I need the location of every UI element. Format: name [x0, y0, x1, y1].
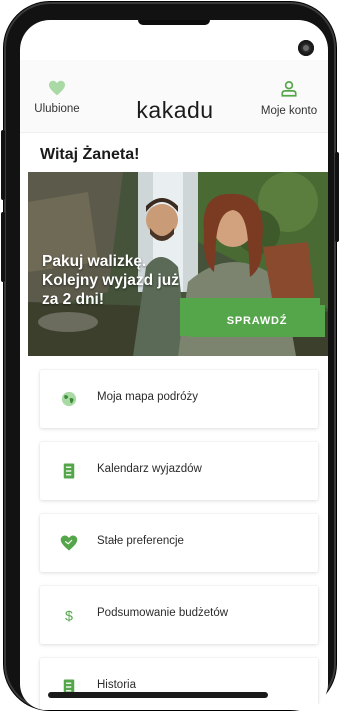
greeting-heading: Witaj Żaneta!: [40, 146, 140, 163]
account-label: Moje konto: [260, 105, 318, 117]
menu-item-label: Historia: [97, 679, 136, 691]
globe-icon: [61, 391, 77, 407]
menu-item-preferences[interactable]: Stałe preferencje: [40, 514, 318, 572]
promo-line: Kolejny wyjazd już: [42, 272, 179, 289]
menu-item-trip-calendar[interactable]: Kalendarz wyjazdów: [40, 442, 318, 500]
app-screen: Ulubione kakadu Moje konto Witaj Żaneta!: [20, 20, 328, 710]
camera: [298, 40, 314, 56]
favorites-label: Ulubione: [34, 103, 80, 115]
promo-line: za 2 dni!: [42, 291, 105, 308]
account-button[interactable]: Moje konto: [250, 80, 328, 117]
dollar-icon: $: [65, 608, 73, 624]
user-icon: [281, 81, 297, 97]
notch: [138, 20, 210, 25]
menu-item-label: Stałe preferencje: [97, 535, 184, 547]
book-icon: [63, 463, 75, 479]
promo-message: Pakuj walizkę. Kolejny wyjazd już za 2 d…: [42, 252, 179, 309]
menu-item-history[interactable]: Historia: [40, 658, 318, 710]
menu-item-budget-summary[interactable]: $ Podsumowanie budżetów: [40, 586, 318, 644]
menu-item-label: Moja mapa podróży: [97, 391, 198, 403]
home-indicator: [48, 692, 268, 698]
side-button: [1, 130, 5, 200]
side-button: [335, 152, 339, 242]
menu-item-travel-map[interactable]: Moja mapa podróży: [40, 370, 318, 428]
svg-text:$: $: [65, 608, 73, 624]
app-header: Ulubione kakadu Moje konto: [20, 60, 328, 133]
phone-frame: Ulubione kakadu Moje konto Witaj Żaneta!: [1, 2, 339, 710]
heart-icon: [49, 80, 65, 96]
check-button[interactable]: SPRAWDŹ: [189, 305, 325, 337]
app-logo: kakadu: [136, 97, 214, 123]
promo-banner: Pakuj walizkę. Kolejny wyjazd już za 2 d…: [28, 172, 328, 356]
menu-item-label: Kalendarz wyjazdów: [97, 463, 202, 475]
heart-icon: [60, 535, 78, 551]
favorites-button[interactable]: Ulubione: [22, 80, 92, 115]
menu-item-label: Podsumowanie budżetów: [97, 607, 229, 619]
promo-line: Pakuj walizkę.: [42, 253, 147, 270]
side-button: [1, 212, 5, 282]
